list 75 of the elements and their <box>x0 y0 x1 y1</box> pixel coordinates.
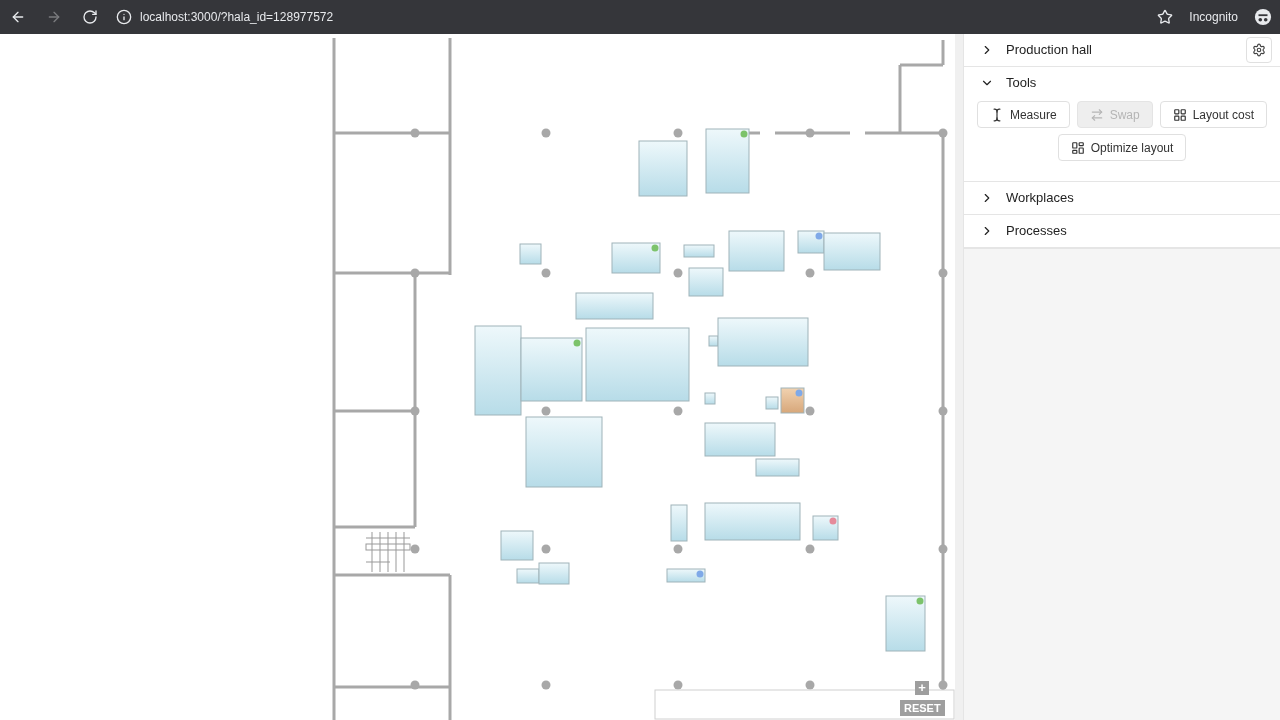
info-icon <box>116 9 132 25</box>
swap-icon <box>1089 107 1104 122</box>
section-header[interactable]: Tools <box>980 73 1272 93</box>
column-marker <box>805 268 815 278</box>
machine-block[interactable] <box>708 335 719 347</box>
column-marker <box>938 268 948 278</box>
column-marker <box>410 268 420 278</box>
machine-block[interactable] <box>705 128 750 194</box>
stairs-drawing <box>365 531 411 573</box>
machine-block[interactable] <box>812 515 839 541</box>
column-marker <box>938 680 948 690</box>
machine-block[interactable] <box>728 230 785 272</box>
machine-block[interactable] <box>500 530 534 561</box>
column-marker <box>805 544 815 554</box>
section-header[interactable]: Workplaces <box>980 188 1272 208</box>
machine-block[interactable] <box>585 327 690 402</box>
machine-block[interactable] <box>704 502 801 541</box>
column-marker <box>410 680 420 690</box>
incognito-icon[interactable] <box>1254 8 1272 26</box>
grid-icon <box>1172 107 1187 122</box>
profile-label: Incognito <box>1189 9 1238 26</box>
column-marker <box>805 128 815 138</box>
reload-button[interactable] <box>80 7 100 27</box>
section-header[interactable]: Production hall <box>980 40 1234 60</box>
column-marker <box>673 406 683 416</box>
column-marker <box>938 128 948 138</box>
machine-block[interactable] <box>666 568 706 583</box>
column-marker <box>938 406 948 416</box>
column-marker <box>541 406 551 416</box>
machine-block[interactable] <box>704 392 716 405</box>
machine-block[interactable] <box>670 504 688 542</box>
machine-block[interactable] <box>638 140 688 197</box>
column-marker <box>805 406 815 416</box>
tool-button[interactable]: Layout cost <box>1159 101 1268 128</box>
machine-block[interactable] <box>683 244 715 258</box>
settings-button[interactable] <box>1246 37 1272 63</box>
machine-block[interactable] <box>611 242 661 274</box>
machine-block[interactable] <box>765 396 779 410</box>
column-marker <box>673 268 683 278</box>
settings-icon <box>1252 43 1266 57</box>
column-marker <box>541 268 551 278</box>
column-marker <box>541 544 551 554</box>
machine-block[interactable] <box>474 325 522 416</box>
column-marker <box>410 406 420 416</box>
column-marker <box>410 128 420 138</box>
column-marker <box>673 544 683 554</box>
machine-block[interactable] <box>885 595 926 652</box>
url-text: localhost:3000/?hala_id=128977572 <box>140 9 334 26</box>
column-marker <box>673 680 683 690</box>
column-marker <box>805 680 815 690</box>
tool-button[interactable]: Measure <box>976 101 1070 128</box>
machine-block[interactable] <box>823 232 881 271</box>
column-marker <box>938 544 948 554</box>
machine-block[interactable] <box>516 568 540 584</box>
column-marker <box>541 128 551 138</box>
machine-block[interactable] <box>688 267 724 297</box>
machine-block[interactable] <box>717 317 809 367</box>
bookmark-star-icon[interactable] <box>1157 9 1174 25</box>
tool-button[interactable]: Optimize layout <box>1057 134 1187 161</box>
machine-block[interactable] <box>575 292 654 320</box>
machine-block[interactable] <box>520 337 583 402</box>
machine-block[interactable] <box>780 387 805 414</box>
column-marker <box>541 680 551 690</box>
machine-block[interactable] <box>797 230 825 254</box>
column-marker <box>673 128 683 138</box>
machine-block[interactable] <box>755 458 800 477</box>
machine-block[interactable] <box>538 562 570 585</box>
machine-block[interactable] <box>519 243 542 265</box>
machine-block[interactable] <box>704 422 776 457</box>
machine-block[interactable] <box>525 416 603 488</box>
layout-icon <box>1070 140 1085 155</box>
section-header[interactable]: Processes <box>980 221 1272 241</box>
address-bar[interactable]: localhost:3000/?hala_id=128977572 <box>116 4 1142 30</box>
splitter-bar[interactable] <box>955 34 963 720</box>
column-marker <box>410 544 420 554</box>
